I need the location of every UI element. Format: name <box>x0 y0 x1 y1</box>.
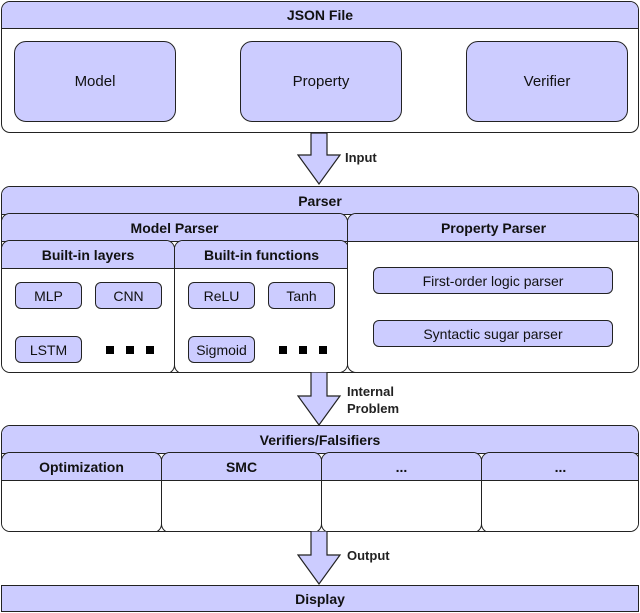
more-verifiers-title-2: ... <box>482 453 638 481</box>
first-order-logic-parser-box: First-order logic parser <box>373 267 613 294</box>
built-in-functions-title: Built-in functions <box>175 241 347 269</box>
parser-panel: Parser Model Parser Built-in layers MLP … <box>1 186 639 373</box>
built-in-layers-panel: Built-in layers MLP CNN LSTM <box>2 240 175 372</box>
internal-problem-line2: Problem <box>347 401 400 416</box>
smc-title: SMC <box>162 453 321 481</box>
display-bar: Display <box>1 585 639 612</box>
verifiers-panel: Verifiers/Falsifiers Optimization SMC ..… <box>1 425 639 532</box>
tanh-box: Tanh <box>268 282 335 309</box>
output-label: Output <box>347 548 390 563</box>
input-label: Input <box>345 150 377 165</box>
cnn-box: CNN <box>95 282 162 309</box>
more-functions-ellipsis-icon <box>279 346 327 354</box>
model-box: Model <box>14 41 176 122</box>
model-parser-panel: Model Parser Built-in layers MLP CNN LST… <box>2 213 348 372</box>
built-in-functions-panel: Built-in functions ReLU Tanh Sigmoid <box>174 240 347 372</box>
more-verifiers-title-1: ... <box>322 453 481 481</box>
verifier-column-more-1: ... <box>321 452 482 531</box>
display-title: Display <box>295 590 345 607</box>
verifier-column-smc: SMC <box>161 452 322 531</box>
syntactic-sugar-parser-box: Syntactic sugar parser <box>373 320 613 347</box>
mlp-box: MLP <box>15 282 82 309</box>
internal-problem-arrow-icon <box>297 372 342 427</box>
parser-title: Parser <box>2 187 638 215</box>
input-arrow-icon <box>297 133 342 186</box>
lstm-box: LSTM <box>15 336 82 363</box>
more-layers-ellipsis-icon <box>106 346 154 354</box>
verifier-column-more-2: ... <box>481 452 638 531</box>
optimization-title: Optimization <box>2 453 161 481</box>
internal-problem-line1: Internal <box>347 384 394 399</box>
relu-box: ReLU <box>188 282 255 309</box>
output-arrow-icon <box>297 531 342 586</box>
verifier-column-optimization: Optimization <box>2 452 162 531</box>
json-file-panel: JSON File Model Property Verifier <box>1 1 639 133</box>
property-parser-title: Property Parser <box>348 214 638 242</box>
model-parser-title: Model Parser <box>2 214 347 242</box>
internal-problem-label: Internal Problem <box>347 383 399 417</box>
sigmoid-box: Sigmoid <box>188 336 255 363</box>
verifiers-title: Verifiers/Falsifiers <box>2 426 638 454</box>
property-box: Property <box>240 41 402 122</box>
built-in-layers-title: Built-in layers <box>2 241 174 269</box>
property-parser-panel: Property Parser First-order logic parser… <box>347 213 638 372</box>
verifier-box: Verifier <box>466 41 628 122</box>
json-file-title: JSON File <box>2 2 638 29</box>
